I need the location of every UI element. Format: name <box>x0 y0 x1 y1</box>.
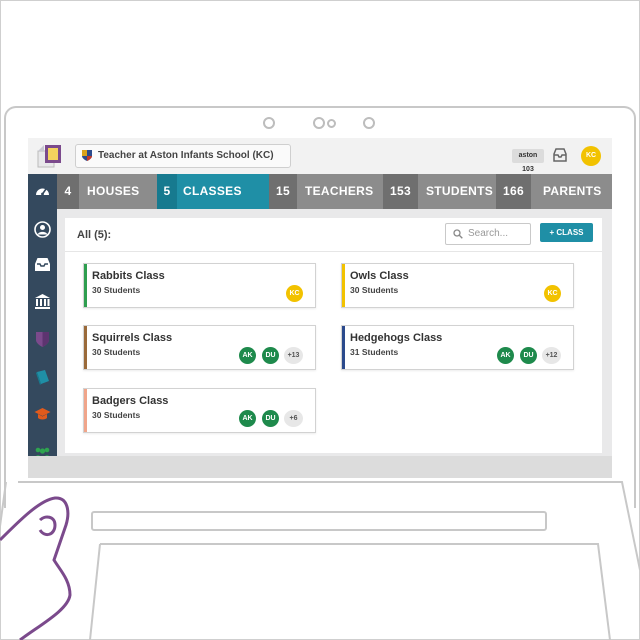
tab-count: 4 <box>57 174 79 209</box>
tab-count: 5 <box>157 174 177 209</box>
graduation-cap-icon[interactable] <box>34 406 51 423</box>
member-avatar[interactable]: KC <box>286 285 303 302</box>
bottom-strip <box>28 456 612 478</box>
class-name: Squirrels Class <box>92 332 173 344</box>
tab-students[interactable]: 153 STUDENTS <box>383 174 496 209</box>
more-members-badge[interactable]: +6 <box>284 410 303 427</box>
class-name: Rabbits Class <box>92 270 165 282</box>
tab-parents[interactable]: 166 PARENTS <box>496 174 612 209</box>
tab-teachers[interactable]: 15 TEACHERS <box>269 174 383 209</box>
class-color-bar <box>342 264 345 307</box>
top-bar: Teacher at Aston Infants School (KC) ast… <box>28 138 612 175</box>
hand-outline <box>0 496 72 640</box>
class-card[interactable]: Hedgehogs Class 31 Students +12 DU AK <box>341 325 574 370</box>
tab-houses[interactable]: 4 HOUSES <box>57 174 157 209</box>
tab-count: 166 <box>496 174 531 209</box>
more-members-badge[interactable]: +12 <box>542 347 561 364</box>
tab-label: TEACHERS <box>305 184 374 198</box>
class-card[interactable]: Squirrels Class 30 Students +13 DU AK <box>83 325 316 370</box>
school-crest-icon <box>82 150 92 161</box>
more-members-badge[interactable]: +13 <box>284 347 303 364</box>
laptop-base <box>0 481 640 640</box>
class-list: Rabbits Class 30 Students KC Owls Class 30 S… <box>65 218 602 453</box>
tab-label: CLASSES <box>183 184 242 198</box>
school-selector[interactable]: Teacher at Aston Infants School (KC) <box>75 144 291 168</box>
student-count: 31 Students <box>350 347 399 357</box>
dashboard-button[interactable] <box>28 174 57 209</box>
class-color-bar <box>84 389 87 432</box>
tab-label: STUDENTS <box>426 184 494 198</box>
dashboard-icon <box>36 188 49 196</box>
tab-count: 15 <box>269 174 297 209</box>
student-count: 30 Students <box>350 285 399 295</box>
sidebar <box>28 209 57 478</box>
user-code-badge[interactable]: aston 103 <box>512 149 544 173</box>
category-tabs: 4 HOUSES 5 CLASSES 15 TEACHERS 153 STUDE… <box>28 174 612 209</box>
student-count: 30 Students <box>92 347 141 357</box>
tab-label: HOUSES <box>87 184 140 198</box>
camera-dot <box>263 117 275 129</box>
tab-classes[interactable]: 5 CLASSES <box>157 174 269 209</box>
user-avatar[interactable]: KC <box>581 146 601 166</box>
class-name: Badgers Class <box>92 395 169 407</box>
student-count: 30 Students <box>92 285 141 295</box>
school-label: Teacher at Aston Infants School (KC) <box>98 150 274 161</box>
member-avatar[interactable]: AK <box>239 347 256 364</box>
student-count: 30 Students <box>92 410 141 420</box>
class-color-bar <box>84 326 87 369</box>
member-avatar[interactable]: AK <box>239 410 256 427</box>
app-logo-icon[interactable] <box>36 143 66 169</box>
camera-sensor <box>327 119 336 128</box>
inbox-icon[interactable] <box>552 148 568 162</box>
member-avatar[interactable]: DU <box>262 347 279 364</box>
shield-icon[interactable] <box>34 331 51 348</box>
camera-light <box>363 117 375 129</box>
class-card[interactable]: Owls Class 30 Students KC <box>341 263 574 308</box>
camera-lens <box>313 117 325 129</box>
book-icon[interactable] <box>34 369 51 386</box>
tab-count: 153 <box>383 174 418 209</box>
tab-label: PARENTS <box>543 184 602 198</box>
classes-panel: All (5): Search... + CLASS Rabbits Class… <box>65 218 602 453</box>
app-screen: Teacher at Aston Infants School (KC) ast… <box>28 138 612 478</box>
member-avatar[interactable]: AK <box>497 347 514 364</box>
class-color-bar <box>84 264 87 307</box>
inbox-icon[interactable] <box>34 256 51 273</box>
class-card[interactable]: Rabbits Class 30 Students KC <box>83 263 316 308</box>
class-name: Owls Class <box>350 270 409 282</box>
user-icon[interactable] <box>34 221 51 238</box>
class-card[interactable]: Badgers Class 30 Students +6 DU AK <box>83 388 316 433</box>
member-avatar[interactable]: DU <box>262 410 279 427</box>
class-color-bar <box>342 326 345 369</box>
class-name: Hedgehogs Class <box>350 332 443 344</box>
school-building-icon[interactable] <box>34 293 51 310</box>
member-avatar[interactable]: DU <box>520 347 537 364</box>
member-avatar[interactable]: KC <box>544 285 561 302</box>
